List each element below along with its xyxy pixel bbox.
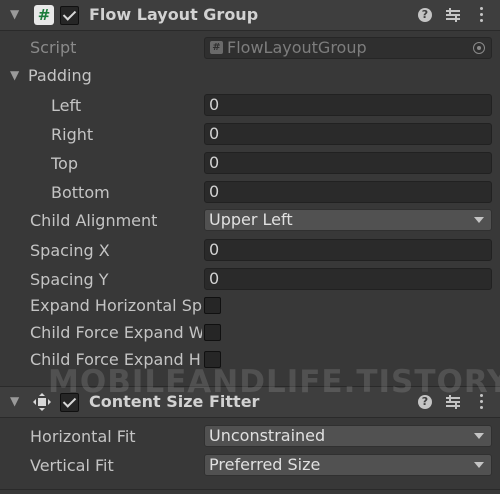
child-force-expand-w-label: Child Force Expand W bbox=[30, 323, 202, 342]
script-object-field[interactable]: # FlowLayoutGroup bbox=[204, 37, 492, 59]
spacing-y-label: Spacing Y bbox=[30, 270, 109, 289]
script-label: Script bbox=[30, 38, 77, 57]
padding-foldout-arrow-icon[interactable]: ▼ bbox=[10, 68, 19, 82]
right-input[interactable]: 0 bbox=[204, 123, 492, 145]
child-alignment-dropdown[interactable]: Upper Left bbox=[204, 209, 492, 231]
horizontal-fit-dropdown[interactable]: Unconstrained bbox=[204, 425, 492, 447]
vertical-fit-dropdown[interactable]: Preferred Size bbox=[204, 454, 492, 476]
chevron-down-icon bbox=[474, 433, 484, 439]
vertical-fit-value: Preferred Size bbox=[209, 455, 321, 474]
top-input[interactable]: 0 bbox=[204, 152, 492, 174]
chevron-down-icon bbox=[474, 462, 484, 468]
script-file-icon: # bbox=[210, 41, 223, 54]
hash-icon: # bbox=[34, 5, 54, 25]
script-value: FlowLayoutGroup bbox=[227, 38, 367, 57]
preset-icon[interactable] bbox=[446, 8, 460, 22]
flow-layout-enabled-checkbox[interactable] bbox=[60, 6, 79, 25]
bottom-input[interactable]: 0 bbox=[204, 181, 492, 203]
child-alignment-value: Upper Left bbox=[209, 210, 293, 229]
foldout-arrow-icon[interactable]: ▼ bbox=[10, 7, 19, 21]
flow-layout-group-header[interactable]: ▼ # Flow Layout Group ? bbox=[0, 0, 500, 31]
kebab-icon[interactable] bbox=[480, 7, 484, 22]
watermark: MOBILEANDLIFE.TISTORY.COM bbox=[48, 364, 500, 400]
left-label: Left bbox=[51, 96, 82, 115]
bottom-divider bbox=[0, 489, 500, 490]
expand-horizontal-checkbox[interactable] bbox=[204, 297, 221, 314]
help-icon[interactable]: ? bbox=[418, 8, 432, 22]
padding-label[interactable]: Padding bbox=[28, 66, 92, 85]
expand-horizontal-label: Expand Horizontal Sp bbox=[30, 296, 202, 315]
chevron-down-icon bbox=[474, 217, 484, 223]
child-alignment-label: Child Alignment bbox=[30, 211, 158, 230]
spacing-y-input[interactable]: 0 bbox=[204, 268, 492, 290]
horizontal-fit-label: Horizontal Fit bbox=[30, 427, 136, 446]
left-input[interactable]: 0 bbox=[204, 94, 492, 116]
horizontal-fit-value: Unconstrained bbox=[209, 426, 326, 445]
object-picker-icon[interactable] bbox=[473, 42, 485, 54]
flow-layout-group-title: Flow Layout Group bbox=[89, 5, 259, 24]
bottom-label: Bottom bbox=[51, 183, 110, 202]
top-label: Top bbox=[51, 154, 78, 173]
spacing-x-label: Spacing X bbox=[30, 241, 110, 260]
spacing-x-input[interactable]: 0 bbox=[204, 239, 492, 261]
child-force-expand-w-checkbox[interactable] bbox=[204, 324, 221, 341]
vertical-fit-label: Vertical Fit bbox=[30, 456, 114, 475]
foldout-arrow-icon[interactable]: ▼ bbox=[10, 394, 19, 408]
right-label: Right bbox=[51, 125, 94, 144]
